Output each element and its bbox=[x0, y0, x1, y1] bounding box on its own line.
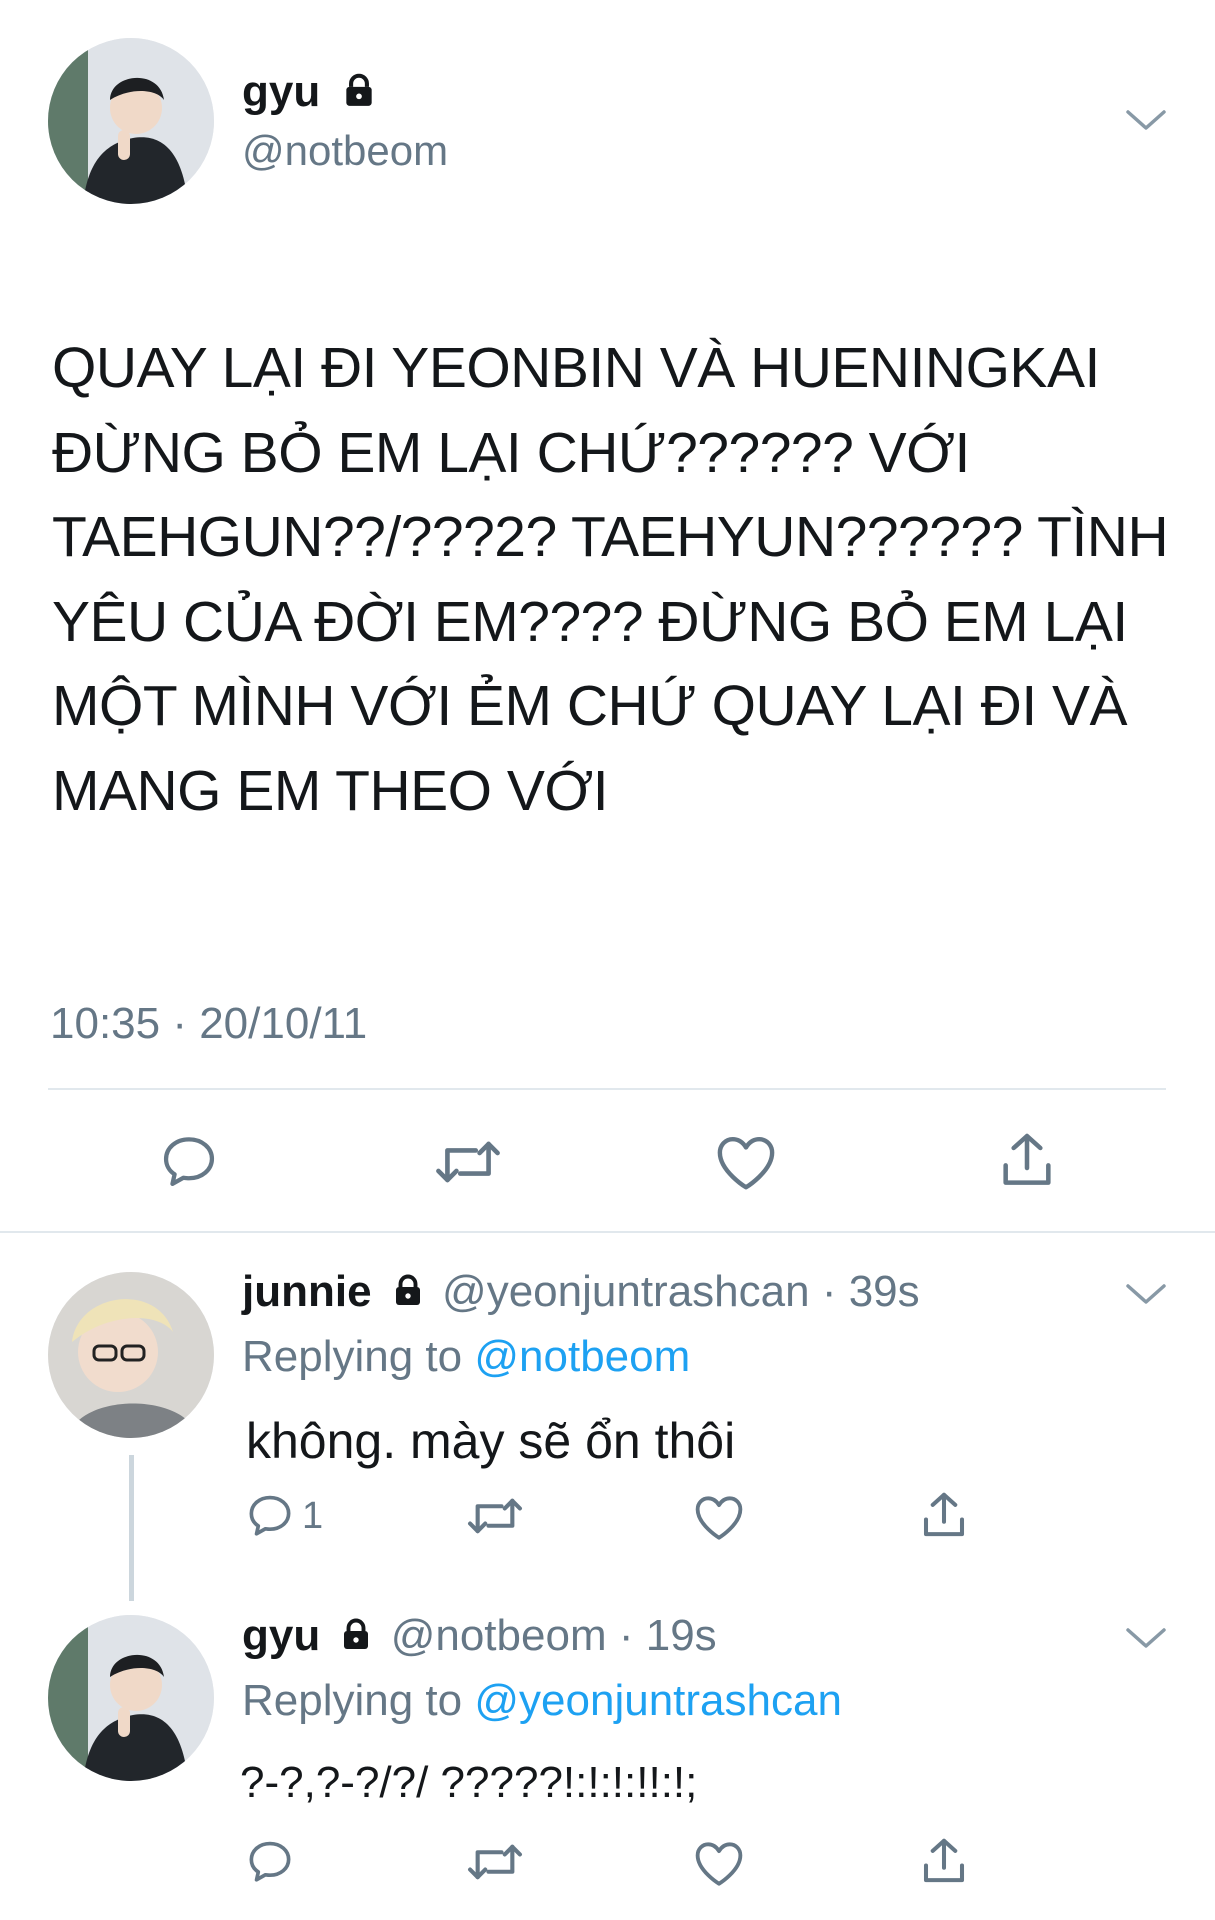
reply-count: 1 bbox=[302, 1494, 324, 1537]
divider bbox=[48, 1088, 1166, 1090]
retweet-icon[interactable] bbox=[464, 1836, 526, 1888]
replying-to-label: Replying to bbox=[242, 1332, 463, 1381]
tweet-text-line: TAEHGUN??/???2? TAEHYUN?????? TÌNH bbox=[52, 505, 1169, 569]
reply-time[interactable]: · 39s bbox=[822, 1267, 920, 1316]
display-name[interactable]: gyu bbox=[242, 1611, 320, 1660]
retweet-icon[interactable] bbox=[432, 1130, 504, 1194]
reply-icon[interactable] bbox=[244, 1490, 296, 1542]
replying-to-link[interactable]: @notbeom bbox=[474, 1332, 690, 1381]
share-icon[interactable] bbox=[917, 1834, 971, 1888]
avatar-image bbox=[48, 1615, 214, 1781]
tweet-text-line: YÊU CỦA ĐỜI EM???? ĐỪNG BỎ EM LẠI bbox=[52, 589, 1128, 654]
handle[interactable]: @yeonjuntrashcan bbox=[442, 1267, 810, 1316]
display-name[interactable]: gyu bbox=[242, 66, 378, 118]
chevron-down-icon[interactable] bbox=[1124, 106, 1168, 134]
thread-line bbox=[129, 1455, 134, 1601]
share-icon[interactable] bbox=[995, 1128, 1059, 1192]
avatar[interactable] bbox=[48, 1615, 214, 1781]
like-icon[interactable] bbox=[713, 1131, 779, 1193]
reply-header: gyu @notbeom · 19s bbox=[242, 1610, 717, 1662]
replying-to: Replying to @yeonjuntrashcan bbox=[242, 1675, 842, 1727]
chevron-down-icon[interactable] bbox=[1124, 1624, 1168, 1652]
reply-time[interactable]: · 19s bbox=[619, 1611, 717, 1660]
like-icon[interactable] bbox=[692, 1492, 746, 1542]
retweet-icon[interactable] bbox=[464, 1490, 526, 1542]
reply-icon[interactable] bbox=[157, 1130, 221, 1194]
reply-header: junnie @yeonjuntrashcan · 39s bbox=[242, 1266, 920, 1318]
lock-icon bbox=[344, 1619, 369, 1650]
reply-text: ?-?,?-?/?/ ?????!:!:!:!!:!; bbox=[240, 1758, 698, 1807]
display-name[interactable]: junnie bbox=[242, 1267, 372, 1316]
chevron-down-icon[interactable] bbox=[1124, 1280, 1168, 1308]
tweet-text-line: MANG EM THEO VỚI bbox=[52, 758, 609, 823]
timestamp[interactable]: 10:35 · 20/10/11 bbox=[50, 998, 367, 1050]
avatar-image bbox=[48, 1272, 214, 1438]
replying-to-link[interactable]: @yeonjuntrashcan bbox=[474, 1676, 842, 1725]
replying-to-label: Replying to bbox=[242, 1676, 463, 1725]
avatar[interactable] bbox=[48, 1272, 214, 1438]
tweet-text-line: MỘT MÌNH VỚI ẺM CHỨ QUAY LẠI ĐI VÀ bbox=[52, 674, 1128, 738]
section-divider bbox=[0, 1231, 1215, 1233]
reply-text: không. mày sẽ ổn thôi bbox=[246, 1413, 736, 1469]
handle[interactable]: @notbeom bbox=[242, 126, 448, 176]
replying-to: Replying to @notbeom bbox=[242, 1331, 690, 1383]
lock-icon bbox=[395, 1275, 420, 1306]
like-icon[interactable] bbox=[692, 1838, 746, 1888]
tweet-text: QUAY LẠI ĐI YEONBIN VÀ HUENINGKAI ĐỪNG B… bbox=[52, 326, 1202, 833]
tweet-text-line: QUAY LẠI ĐI YEONBIN VÀ HUENINGKAI bbox=[52, 336, 1100, 400]
reply-action[interactable]: 1 bbox=[244, 1490, 323, 1542]
display-name-text: gyu bbox=[242, 67, 321, 116]
handle[interactable]: @notbeom bbox=[391, 1611, 607, 1660]
reply-icon[interactable] bbox=[244, 1836, 296, 1888]
tweet-text-line: ĐỪNG BỎ EM LẠI CHỨ?????? VỚI bbox=[52, 420, 970, 485]
avatar[interactable] bbox=[48, 38, 214, 204]
lock-icon bbox=[346, 74, 373, 107]
avatar-image bbox=[48, 38, 214, 204]
share-icon[interactable] bbox=[917, 1488, 971, 1542]
